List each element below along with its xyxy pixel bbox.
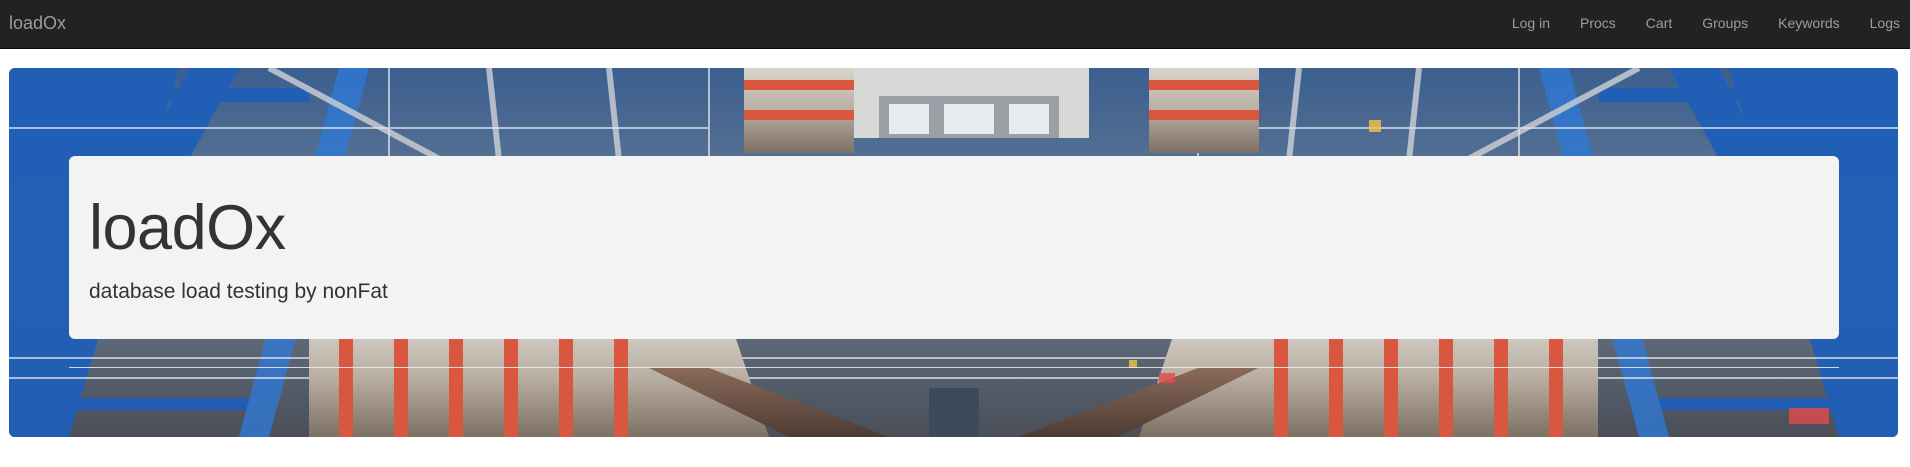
brand-link[interactable]: loadOx (9, 0, 66, 48)
jumbotron: loadOx database load testing by nonFat (69, 156, 1839, 339)
page-title: loadOx (89, 193, 286, 263)
nav-logs-link[interactable]: Logs (1855, 0, 1910, 48)
nav-cart-link[interactable]: Cart (1631, 0, 1687, 48)
nav-login-link[interactable]: Log in (1497, 0, 1565, 48)
nav-procs-link[interactable]: Procs (1565, 0, 1631, 48)
divider (69, 367, 1839, 368)
nav-menu: Log in Procs Cart Groups Keywords Logs (1497, 0, 1910, 48)
page-subtitle: database load testing by nonFat (89, 280, 388, 303)
nav-groups-link[interactable]: Groups (1687, 0, 1763, 48)
top-navbar: loadOx Log in Procs Cart Groups Keywords… (0, 0, 1910, 49)
nav-keywords-link[interactable]: Keywords (1763, 0, 1854, 48)
hero-banner: loadOx database load testing by nonFat (9, 68, 1898, 437)
